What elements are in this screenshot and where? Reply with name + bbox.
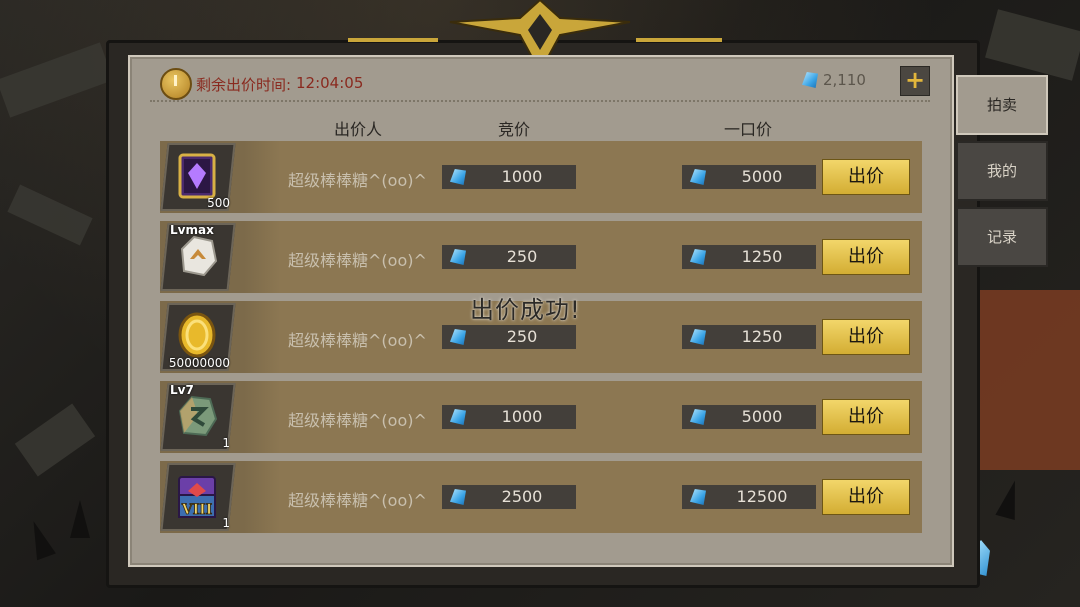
item-count: 50000000 [168, 356, 230, 370]
bid-button[interactable]: 出价 [822, 239, 910, 275]
bid-button[interactable]: 出价 [822, 159, 910, 195]
item-slot[interactable]: Lv7 1 [160, 383, 236, 451]
current-bid-value: 1000 [501, 407, 543, 426]
column-header-bidder: 出价人 [334, 120, 383, 139]
current-bid-bar: 250 [442, 325, 576, 349]
buyout-price-value: 1250 [741, 327, 783, 346]
background-wall [980, 290, 1080, 470]
seller-name: 超级棒棒糖^(oo)^ [288, 331, 427, 350]
background-rock [7, 184, 93, 246]
tab-auction[interactable]: 拍卖 [956, 75, 1048, 135]
timer-value: 12:04:05 [296, 74, 364, 92]
purple-spellbook-icon [178, 153, 216, 199]
buyout-price-value: 5000 [741, 407, 783, 426]
buyout-price-bar: 1250 [682, 245, 816, 269]
green-rune-stone-icon [178, 395, 218, 437]
treasure-chest-icon: VIII [178, 476, 216, 518]
current-bid-bar: 1000 [442, 165, 576, 189]
diamond-icon [450, 329, 466, 345]
seller-name: 超级棒棒糖^(oo)^ [288, 171, 427, 190]
item-count: 1 [222, 516, 230, 530]
item-slot[interactable]: 500 [160, 143, 236, 211]
diamond-balance: 2,110 [823, 71, 866, 89]
current-bid-value: 2500 [501, 487, 543, 506]
diamond-icon [450, 409, 466, 425]
white-rune-stone-icon [180, 235, 218, 277]
auction-row: Lv7 1 超级棒棒糖^(oo)^ 1000 5000 出价 [160, 381, 922, 453]
bid-success-toast: 出价成功! [470, 296, 581, 324]
bid-button[interactable]: 出价 [822, 399, 910, 435]
current-bid-value: 250 [506, 327, 538, 346]
item-level: Lvmax [170, 223, 214, 237]
item-level: Lv7 [170, 383, 194, 397]
thorn-decoration [70, 500, 90, 538]
diamond-icon [450, 249, 466, 265]
clock-icon [160, 68, 192, 100]
item-count: 500 [207, 196, 230, 210]
auction-row: VIII 1 超级棒棒糖^(oo)^ 2500 12500 出价 [160, 461, 922, 533]
buyout-price-value: 5000 [741, 167, 783, 186]
seller-name: 超级棒棒糖^(oo)^ [288, 491, 427, 510]
background-rock [985, 9, 1080, 81]
buyout-price-bar: 5000 [682, 165, 816, 189]
diamond-icon [450, 169, 466, 185]
diamond-icon [690, 329, 706, 345]
header-divider [150, 100, 930, 102]
column-header-bid: 竞价 [498, 120, 531, 139]
timer-label: 剩余出价时间: [196, 76, 292, 94]
ornament-bar [348, 38, 438, 42]
diamond-icon [690, 489, 706, 505]
column-header-buyout: 一口价 [724, 120, 773, 139]
buyout-price-bar: 12500 [682, 485, 816, 509]
item-count: 1 [222, 436, 230, 450]
auction-row: Lvmax 超级棒棒糖^(oo)^ 250 1250 出价 [160, 221, 922, 293]
buyout-price-value: 1250 [741, 247, 783, 266]
auction-row: 500 超级棒棒糖^(oo)^ 1000 5000 出价 [160, 141, 922, 213]
bid-button[interactable]: 出价 [822, 479, 910, 515]
diamond-icon [690, 249, 706, 265]
current-bid-bar: 250 [442, 245, 576, 269]
diamond-icon [450, 489, 466, 505]
thorn-decoration [24, 517, 56, 561]
tab-mine[interactable]: 我的 [956, 141, 1048, 201]
current-bid-value: 250 [506, 247, 538, 266]
current-bid-bar: 1000 [442, 405, 576, 429]
thorn-decoration [995, 478, 1025, 520]
seller-name: 超级棒棒糖^(oo)^ [288, 411, 427, 430]
bid-button[interactable]: 出价 [822, 319, 910, 355]
diamond-icon [690, 409, 706, 425]
chest-numeral: VIII [181, 502, 213, 518]
diamond-icon [690, 169, 706, 185]
item-slot[interactable]: VIII 1 [160, 463, 236, 531]
item-slot[interactable]: Lvmax [160, 223, 236, 291]
tab-records[interactable]: 记录 [956, 207, 1048, 267]
item-slot[interactable]: 50000000 [160, 303, 236, 371]
current-bid-value: 1000 [501, 167, 543, 186]
current-bid-bar: 2500 [442, 485, 576, 509]
background-rock [14, 403, 96, 477]
buyout-price-bar: 5000 [682, 405, 816, 429]
buyout-price-bar: 1250 [682, 325, 816, 349]
background-rock [0, 42, 114, 118]
add-diamonds-button[interactable]: + [900, 66, 930, 96]
ornament-bar [636, 38, 722, 42]
buyout-price-value: 12500 [736, 487, 788, 506]
seller-name: 超级棒棒糖^(oo)^ [288, 251, 427, 270]
gold-coin-icon [178, 312, 216, 358]
